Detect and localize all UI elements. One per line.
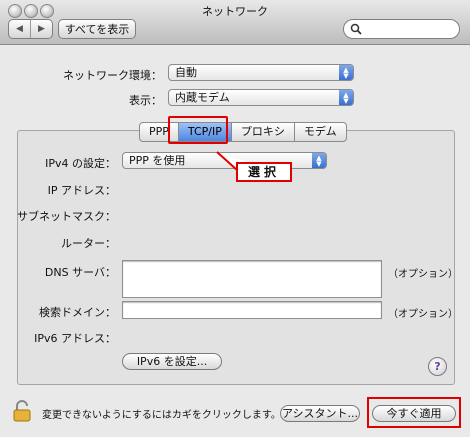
ipv6-configure-button[interactable]: IPv6 を設定... [122, 353, 222, 370]
select-callout: 選択 [236, 162, 292, 182]
lock-message: 変更できないようにするにはカギをクリックします。 [42, 410, 281, 421]
show-all-button[interactable]: すべてを表示 [58, 19, 136, 39]
show-value: 内蔵モデム [175, 91, 230, 104]
router-label: ルーター： [61, 237, 116, 250]
location-value: 自動 [175, 66, 197, 79]
dns-optional-note: （オプション） [388, 269, 458, 280]
apply-highlight-box [367, 397, 461, 428]
forward-button[interactable]: ▶ [31, 24, 52, 34]
ipv4-label: IPv4 の設定： [45, 157, 116, 170]
popup-arrows-icon: ▲ ▼ [339, 65, 353, 80]
search-icon [350, 23, 362, 35]
ipv6-address-label: IPv6 アドレス： [34, 332, 116, 345]
tab-proxy[interactable]: プロキシ [232, 123, 295, 141]
search-domain-field[interactable] [122, 301, 382, 319]
ip-address-label: IP アドレス： [47, 184, 116, 197]
tab-modem[interactable]: モデム [295, 123, 346, 141]
search-domain-label: 検索ドメイン： [39, 306, 116, 319]
location-label: ネットワーク環境： [63, 69, 162, 82]
window-title: ネットワーク [202, 5, 268, 18]
popup-arrows-icon: ▲ ▼ [312, 153, 326, 168]
dns-label: DNS サーバ： [44, 266, 116, 279]
tab-highlight-box [168, 116, 228, 144]
popup-arrows-icon: ▲ ▼ [339, 90, 353, 105]
search-input[interactable] [343, 19, 460, 39]
show-popup[interactable]: 内蔵モデム ▲ ▼ [168, 89, 354, 106]
assistant-button[interactable]: アシスタント... [280, 405, 360, 422]
title-bar: ネットワーク ◀ ▶ すべてを表示 [0, 0, 470, 45]
location-popup[interactable]: 自動 ▲ ▼ [168, 64, 354, 81]
dns-field[interactable] [122, 260, 382, 298]
help-button[interactable]: ? [428, 357, 447, 376]
show-label: 表示： [129, 94, 162, 107]
ipv4-value: PPP を使用 [129, 154, 186, 167]
subnet-label: サブネットマスク： [17, 210, 116, 223]
search-domain-optional-note: （オプション） [388, 309, 458, 320]
back-button[interactable]: ◀ [9, 24, 30, 34]
lock-icon[interactable] [12, 400, 32, 422]
back-forward-control: ◀ ▶ [8, 19, 53, 39]
